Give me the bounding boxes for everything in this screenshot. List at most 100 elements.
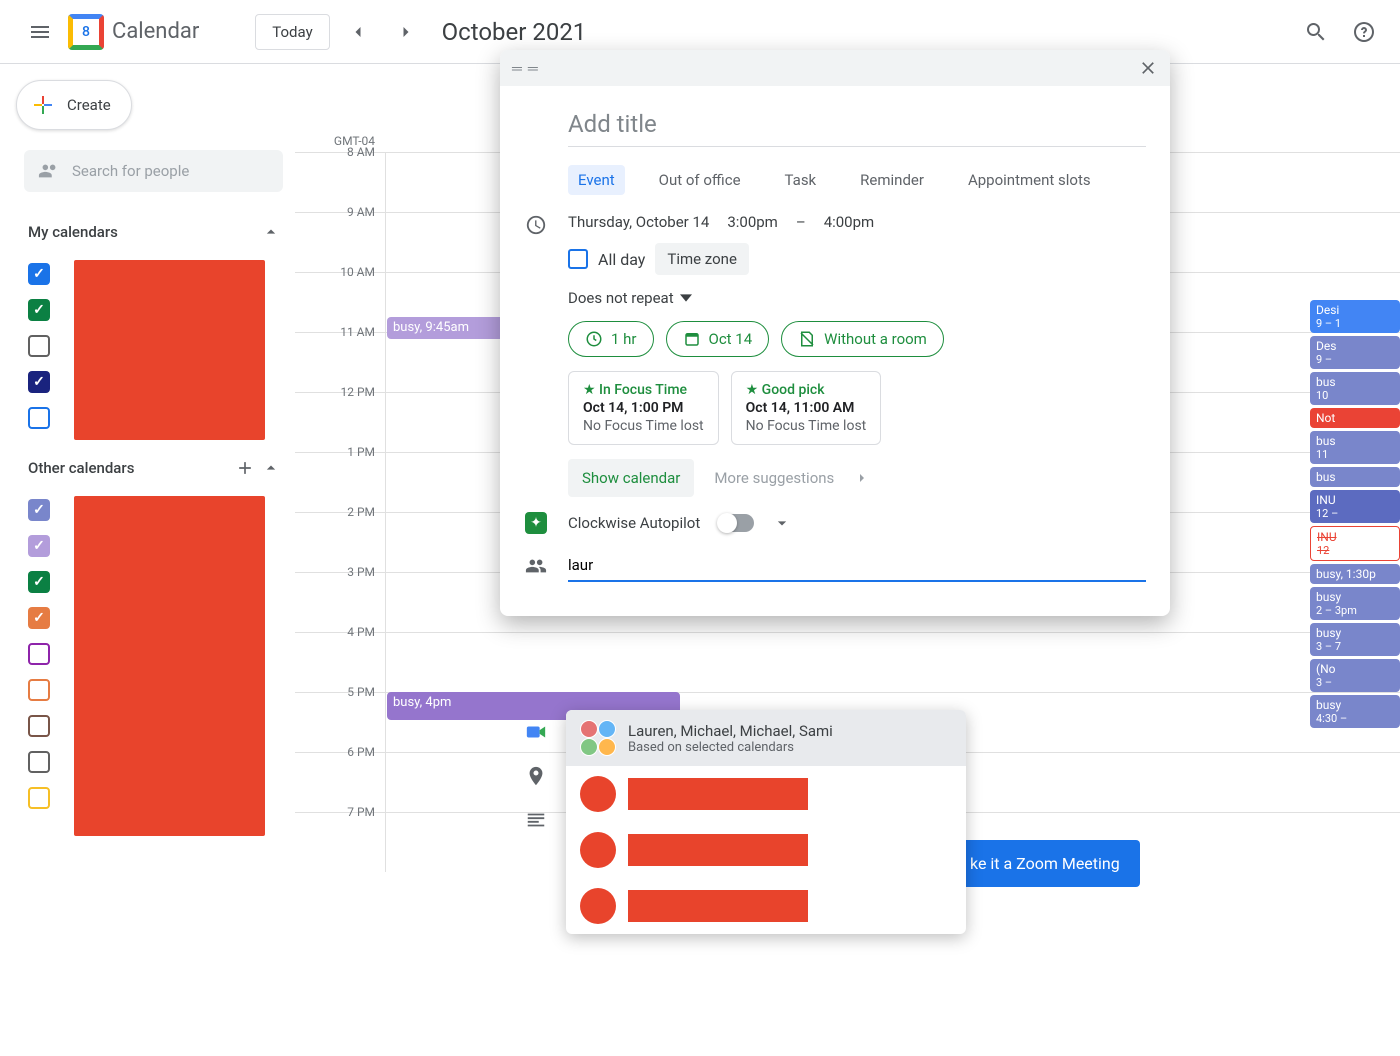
search-icon: [1304, 20, 1328, 44]
adjacent-event[interactable]: Not: [1310, 408, 1400, 428]
event-date[interactable]: Thursday, October 14: [568, 213, 709, 231]
prev-period-button[interactable]: [338, 12, 378, 52]
adjacent-event[interactable]: Desi9 – 1: [1310, 300, 1400, 333]
hour-label: 2 PM: [295, 505, 385, 564]
chevron-up-icon: [261, 222, 281, 242]
today-button[interactable]: Today: [255, 14, 329, 50]
hamburger-icon: [28, 20, 52, 44]
hour-cell[interactable]: [385, 633, 1400, 692]
adjacent-event[interactable]: INU12: [1310, 526, 1400, 561]
chevron-up-icon: [261, 458, 281, 478]
calendar-checkbox[interactable]: [28, 407, 50, 429]
adjacent-event[interactable]: Des9 –: [1310, 336, 1400, 369]
autopilot-label: Clockwise Autopilot: [568, 514, 700, 532]
dropdown-icon: [680, 292, 692, 304]
adjacent-event[interactable]: bus11: [1310, 431, 1400, 464]
guests-icon: [525, 555, 547, 577]
event-title-input[interactable]: [568, 102, 1146, 147]
redacted-block: [74, 260, 265, 440]
main-menu-button[interactable]: [16, 8, 64, 56]
calendar-checkbox[interactable]: [28, 299, 50, 321]
timezone-button[interactable]: Time zone: [655, 243, 749, 275]
calendar-checkbox[interactable]: [28, 679, 50, 701]
calendar-checkbox[interactable]: [28, 715, 50, 737]
calendar-checkbox[interactable]: [28, 499, 50, 521]
create-label: Create: [67, 96, 111, 114]
timezone-label: GMT-04: [295, 64, 385, 152]
search-people-input[interactable]: Search for people: [24, 150, 283, 192]
tab-event[interactable]: Event: [568, 165, 625, 195]
plus-icon: [31, 93, 55, 117]
app-logo[interactable]: 8 Calendar: [68, 14, 199, 50]
tab-out-of-office[interactable]: Out of office: [649, 165, 751, 195]
hour-label: 6 PM: [295, 745, 385, 804]
adjacent-event[interactable]: bus10: [1310, 372, 1400, 405]
calendar-checkbox[interactable]: [28, 787, 50, 809]
guest-autocomplete-dropdown: Lauren, Michael, Michael, Sami Based on …: [566, 710, 966, 934]
adjacent-event[interactable]: (No3 –: [1310, 659, 1400, 692]
start-time[interactable]: 3:00pm: [727, 213, 778, 231]
description-icon: [524, 808, 548, 832]
adjacent-event[interactable]: busy, 1:30p: [1310, 564, 1400, 584]
pill-without-a-room[interactable]: Without a room: [781, 321, 944, 357]
adjacent-day-events: Desi9 – 1Des9 –bus10 Not bus11 bus INU12 –IN…: [1310, 300, 1400, 731]
hour-label: 11 AM: [295, 325, 385, 384]
calendar-checkbox[interactable]: [28, 607, 50, 629]
suggestion-group[interactable]: Lauren, Michael, Michael, Sami Based on …: [566, 710, 966, 766]
adjacent-event[interactable]: INU12 –: [1310, 490, 1400, 523]
help-button[interactable]: [1344, 12, 1384, 52]
pill-oct-14[interactable]: Oct 14: [666, 321, 770, 357]
hour-label: 5 PM: [295, 685, 385, 744]
chevron-right-icon: [854, 470, 870, 486]
chevron-down-icon[interactable]: [772, 513, 792, 533]
calendar-checkbox[interactable]: [28, 371, 50, 393]
suggestion-person[interactable]: [566, 822, 966, 878]
time-suggestion-card[interactable]: ★ In Focus TimeOct 14, 1:00 PMNo Focus T…: [568, 371, 719, 445]
create-button[interactable]: Create: [16, 80, 132, 130]
calendar-checkbox[interactable]: [28, 643, 50, 665]
adjacent-event[interactable]: busy2 – 3pm: [1310, 587, 1400, 620]
tab-appointment-slots[interactable]: Appointment slots: [958, 165, 1101, 195]
grip-icon: ══: [512, 60, 544, 77]
plus-icon[interactable]: [235, 458, 255, 478]
recurrence-dropdown[interactable]: Does not repeat: [568, 289, 1146, 307]
hour-label: 7 PM: [295, 805, 385, 864]
event-editor-modal: ══ Event Out of office Task Reminder Appoint…: [500, 50, 1170, 616]
calendar-checkbox[interactable]: [28, 751, 50, 773]
tab-task[interactable]: Task: [775, 165, 827, 195]
pill-1-hr[interactable]: 1 hr: [568, 321, 654, 357]
more-suggestions-button[interactable]: More suggestions: [714, 469, 870, 487]
calendar-checkbox[interactable]: [28, 571, 50, 593]
all-day-checkbox[interactable]: [568, 249, 588, 269]
hour-label: 12 PM: [295, 385, 385, 444]
add-guests-input[interactable]: [568, 556, 1146, 574]
suggestion-person[interactable]: [566, 878, 966, 934]
hour-label: 1 PM: [295, 445, 385, 504]
autopilot-toggle[interactable]: [718, 514, 754, 532]
close-icon[interactable]: [1138, 58, 1158, 78]
adjacent-event[interactable]: busy3 – 7: [1310, 623, 1400, 656]
modal-drag-handle[interactable]: ══: [500, 50, 1170, 86]
suggestion-person[interactable]: [566, 766, 966, 822]
other-calendars-list: [12, 492, 295, 816]
other-calendars-header[interactable]: Other calendars: [12, 452, 295, 484]
hour-label: 10 AM: [295, 265, 385, 324]
video-icon: [524, 720, 548, 744]
search-button[interactable]: [1296, 12, 1336, 52]
tab-reminder[interactable]: Reminder: [850, 165, 934, 195]
zoom-meeting-button[interactable]: ke it a Zoom Meeting: [950, 840, 1140, 887]
end-time[interactable]: 4:00pm: [824, 213, 875, 231]
adjacent-event[interactable]: bus: [1310, 467, 1400, 487]
hour-label: 8 AM: [295, 145, 385, 204]
time-suggestion-card[interactable]: ★ Good pickOct 14, 11:00 AMNo Focus Time…: [731, 371, 882, 445]
calendar-checkbox[interactable]: [28, 335, 50, 357]
my-calendars-header[interactable]: My calendars: [12, 216, 295, 248]
calendar-checkbox[interactable]: [28, 263, 50, 285]
clockwise-icon: ✦: [525, 512, 547, 534]
app-name: Calendar: [112, 19, 199, 44]
next-period-button[interactable]: [386, 12, 426, 52]
calendar-checkbox[interactable]: [28, 535, 50, 557]
hour-label: 3 PM: [295, 565, 385, 624]
adjacent-event[interactable]: busy4:30 –: [1310, 695, 1400, 728]
show-calendar-button[interactable]: Show calendar: [568, 459, 694, 497]
